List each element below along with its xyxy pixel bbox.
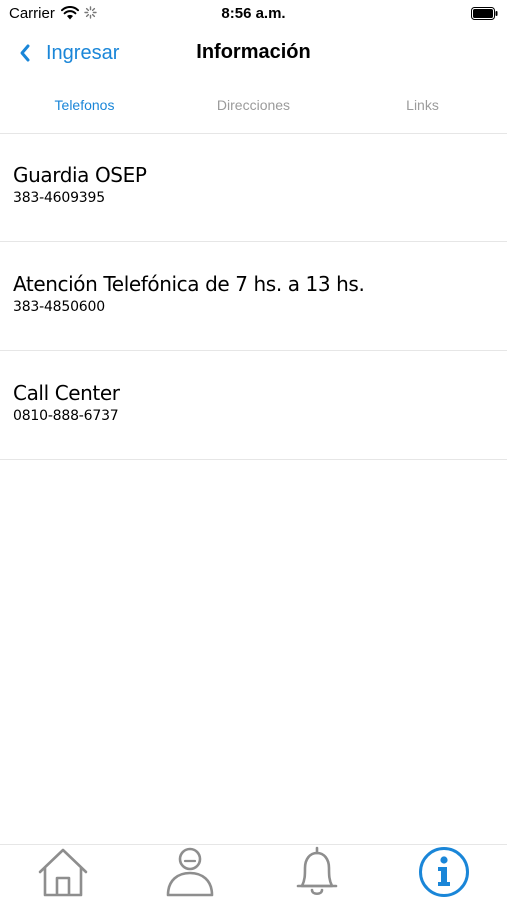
page-title: Información bbox=[196, 41, 311, 63]
tab-bar-info[interactable] bbox=[380, 845, 507, 900]
tab-telefonos[interactable]: Telefonos bbox=[0, 88, 169, 133]
bottom-tab-bar bbox=[0, 844, 507, 900]
tab-direcciones[interactable]: Direcciones bbox=[169, 88, 338, 133]
info-icon bbox=[418, 847, 469, 897]
tab-bar-notifications[interactable] bbox=[254, 845, 381, 900]
contact-phone: 0810-888-6737 bbox=[13, 408, 119, 424]
tab-links[interactable]: Links bbox=[338, 88, 507, 133]
home-icon bbox=[39, 848, 88, 897]
battery-icon bbox=[471, 7, 498, 20]
contact-phone: 383-4850600 bbox=[13, 299, 105, 315]
contact-phone: 383-4609395 bbox=[13, 190, 105, 206]
status-time: 8:56 a.m. bbox=[221, 5, 286, 22]
list-item[interactable]: Call Center 0810-888-6737 bbox=[0, 351, 507, 460]
list-item[interactable]: Atención Telefónica de 7 hs. a 13 hs. 38… bbox=[0, 242, 507, 351]
contact-title: Call Center bbox=[13, 381, 120, 405]
contact-title: Guardia OSEP bbox=[13, 163, 147, 187]
phone-list: Guardia OSEP 383-4609395 Atención Telefó… bbox=[0, 133, 507, 460]
contact-title: Atención Telefónica de 7 hs. a 13 hs. bbox=[13, 272, 365, 296]
user-icon bbox=[166, 847, 214, 897]
status-bar: Carrier 8:56 a.m. bbox=[0, 0, 507, 28]
navigation-bar: Ingresar Información bbox=[0, 28, 507, 78]
list-item[interactable]: Guardia OSEP 383-4609395 bbox=[0, 133, 507, 242]
tab-bar-home[interactable] bbox=[0, 845, 127, 900]
bell-icon bbox=[296, 846, 338, 896]
tab-bar-profile[interactable] bbox=[127, 845, 254, 900]
segment-tabs: Telefonos Direcciones Links bbox=[0, 88, 507, 134]
